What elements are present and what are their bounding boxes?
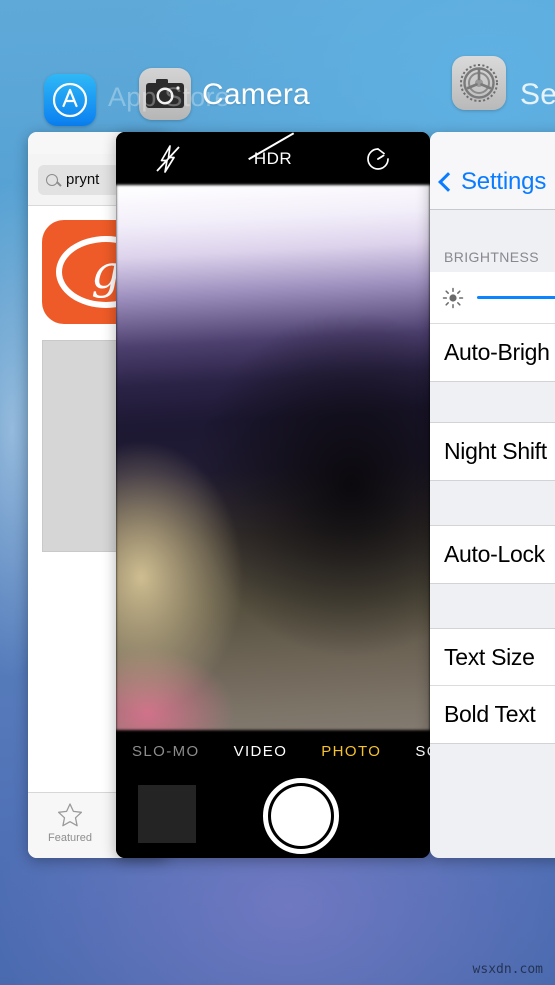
settings-group-header: BRIGHTNESS [444,249,540,265]
app-store-icon[interactable] [44,74,96,126]
settings-row-night-shift[interactable]: Night Shift [430,423,555,480]
settings-row-bold-text[interactable]: Bold Text [430,686,555,743]
shutter-button-inner [271,786,331,846]
camera-mode-square[interactable]: SQUAR [415,743,430,760]
settings-row-auto-brightness[interactable]: Auto-Brigh [430,324,555,381]
settings-status-bar [430,132,555,154]
hdr-off-icon[interactable]: HDR [243,132,303,179]
settings-list-tail [430,743,555,744]
camera-viewfinder-preview [116,185,430,730]
camera-mode-slo-mo[interactable]: SLO-MO [132,743,200,760]
camera-shutter-bar [116,772,430,858]
brightness-slider-row[interactable] [430,272,555,324]
search-icon [46,173,58,186]
hdr-label: HDR [247,132,294,169]
camera-mode-selector[interactable]: SLO-MO VIDEO PHOTO SQUAR [116,730,430,772]
camera-top-toolbar[interactable]: HDR [116,132,430,185]
last-photo-thumbnail[interactable] [138,785,196,843]
settings-row-auto-lock[interactable]: Auto-Lock [430,526,555,583]
settings-nav-bar[interactable]: Settings [430,154,555,210]
back-button-label[interactable]: Settings [461,168,546,196]
tab-featured[interactable]: Featured [28,801,112,858]
tab-featured-label: Featured [47,832,93,844]
hdr-strikethrough [247,132,294,160]
app-title-settings: Settings [520,78,555,111]
watermark: wsxdn.com [472,962,543,977]
app-title-camera: Camera [202,78,310,111]
settings-group-gap [430,381,555,423]
settings-group-gap [430,480,555,526]
flash-off-icon[interactable] [138,139,198,179]
timer-icon[interactable] [348,139,408,179]
settings-group-gap [430,583,555,629]
chevron-left-icon [438,171,458,192]
sun-icon [442,287,464,309]
app-card-camera[interactable]: HDR SLO-MO VIDEO PHOTO SQUAR [116,132,430,858]
camera-mode-photo[interactable]: PHOTO [321,743,381,760]
shutter-button[interactable] [263,778,339,854]
star-icon [56,801,84,829]
settings-gear-icon[interactable] [452,56,506,110]
search-input-value: prynt [66,171,100,188]
brightness-slider[interactable] [477,296,555,299]
app-card-settings[interactable]: Settings BRIGHTNESS Auto-Brigh Night Shi… [430,132,555,858]
settings-row-text-size[interactable]: Text Size [430,629,555,686]
camera-mode-video[interactable]: VIDEO [234,743,288,760]
